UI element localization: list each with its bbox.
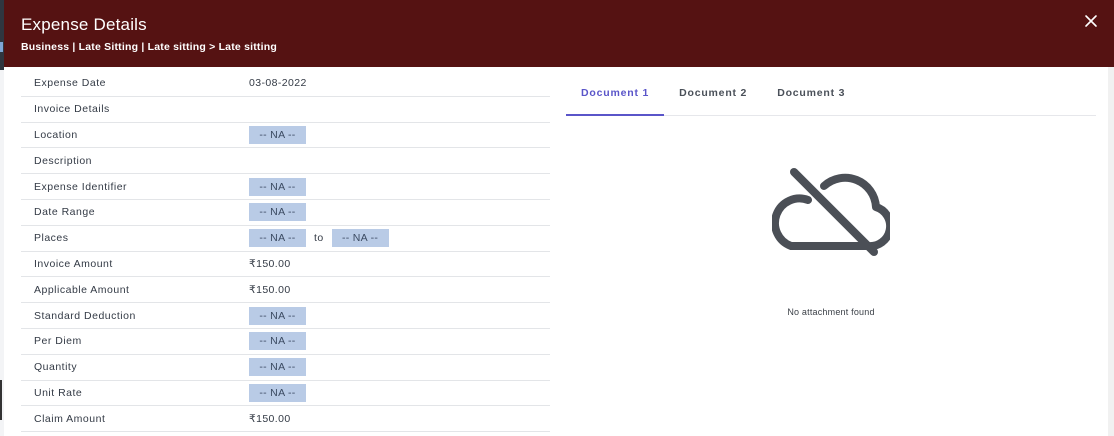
- na-chip: -- NA --: [249, 306, 306, 325]
- detail-label: Description: [34, 154, 93, 167]
- detail-value: ₹150.00: [249, 413, 291, 425]
- detail-row: Description: [21, 148, 550, 175]
- close-button[interactable]: [1084, 14, 1098, 28]
- expense-details-modal: Expense Details Business | Late Sitting …: [4, 0, 1114, 436]
- detail-value-text: ₹150.00: [249, 283, 291, 296]
- detail-row: Applicable Amount ₹150.00: [21, 277, 550, 304]
- detail-value: -- NA --: [249, 383, 306, 402]
- detail-row: Standard Deduction -- NA --: [21, 303, 550, 329]
- backdrop-edge: [0, 42, 3, 52]
- na-chip: -- NA --: [249, 177, 306, 196]
- documents-panel: Document 1 Document 2 Document 3 No attach…: [566, 71, 1096, 421]
- detail-label: Expense Date: [34, 77, 106, 90]
- detail-row: Location -- NA --: [21, 123, 550, 149]
- detail-label: Quantity: [34, 361, 78, 374]
- detail-label: Date Range: [34, 206, 96, 219]
- cloud-off-icon: [772, 168, 890, 256]
- detail-row: Per Diem -- NA --: [21, 329, 550, 355]
- na-chip-from: -- NA --: [249, 229, 306, 248]
- na-chip: -- NA --: [249, 358, 306, 377]
- detail-label: Invoice Details: [34, 103, 110, 116]
- modal-breadcrumb: Business | Late Sitting | Late sitting >…: [21, 41, 277, 53]
- detail-value-text: 03-08-2022: [249, 77, 307, 90]
- detail-value: -- NA --: [249, 125, 306, 144]
- detail-row: Claim Amount ₹150.00: [21, 406, 550, 433]
- tab-document-3[interactable]: Document 3: [762, 71, 860, 115]
- detail-row: Unit Rate -- NA --: [21, 381, 550, 407]
- modal-title: Expense Details: [21, 15, 147, 34]
- detail-label: Standard Deduction: [34, 309, 136, 322]
- empty-message: No attachment found: [787, 307, 875, 317]
- detail-value: -- NA --: [249, 306, 306, 325]
- close-icon: [1085, 15, 1097, 27]
- detail-row: Expense Identifier -- NA --: [21, 174, 550, 200]
- detail-label: Invoice Amount: [34, 257, 113, 270]
- na-chip-to: -- NA --: [331, 229, 389, 248]
- detail-row: Places -- NA -- to -- NA --: [21, 226, 550, 252]
- detail-value-text: ₹150.00: [249, 257, 291, 270]
- document-tabs: Document 1 Document 2 Document 3: [566, 71, 1096, 116]
- na-chip: -- NA --: [249, 383, 306, 402]
- modal-header: Expense Details Business | Late Sitting …: [4, 0, 1114, 67]
- detail-value: -- NA --: [249, 358, 306, 377]
- detail-label: Applicable Amount: [34, 283, 130, 296]
- detail-row: Invoice Details: [21, 97, 550, 123]
- detail-label: Places: [34, 232, 69, 245]
- na-chip: -- NA --: [249, 332, 306, 351]
- detail-row: Date Range -- NA --: [21, 200, 550, 226]
- detail-value: -- NA --: [249, 177, 306, 196]
- detail-label: Expense Identifier: [34, 180, 128, 193]
- detail-value: ₹150.00: [249, 284, 291, 296]
- expense-details-list: Expense Date 03-08-2022 Invoice Details Loc…: [21, 71, 550, 433]
- tab-document-2[interactable]: Document 2: [664, 71, 762, 115]
- detail-row: Expense Date 03-08-2022: [21, 71, 550, 97]
- detail-value: 03-08-2022: [249, 77, 307, 89]
- detail-label: Per Diem: [34, 335, 82, 348]
- range-to-label: to: [314, 232, 324, 245]
- na-chip: -- NA --: [249, 125, 306, 144]
- na-chip: -- NA --: [249, 203, 306, 222]
- detail-value: -- NA --: [249, 332, 306, 351]
- detail-row: Quantity -- NA --: [21, 355, 550, 381]
- tab-document-1[interactable]: Document 1: [566, 71, 665, 116]
- detail-value: -- NA -- to -- NA --: [249, 229, 389, 248]
- scrollbar[interactable]: [1108, 67, 1114, 436]
- detail-row: Invoice Amount ₹150.00: [21, 252, 550, 278]
- detail-label: Claim Amount: [34, 412, 106, 425]
- detail-label: Unit Rate: [34, 386, 83, 399]
- detail-value: -- NA --: [249, 203, 306, 222]
- empty-state: No attachment found: [566, 166, 1096, 317]
- backdrop-edge: [0, 380, 2, 420]
- detail-value-text: ₹150.00: [249, 412, 291, 425]
- detail-value: ₹150.00: [249, 258, 291, 270]
- detail-label: Location: [34, 128, 78, 141]
